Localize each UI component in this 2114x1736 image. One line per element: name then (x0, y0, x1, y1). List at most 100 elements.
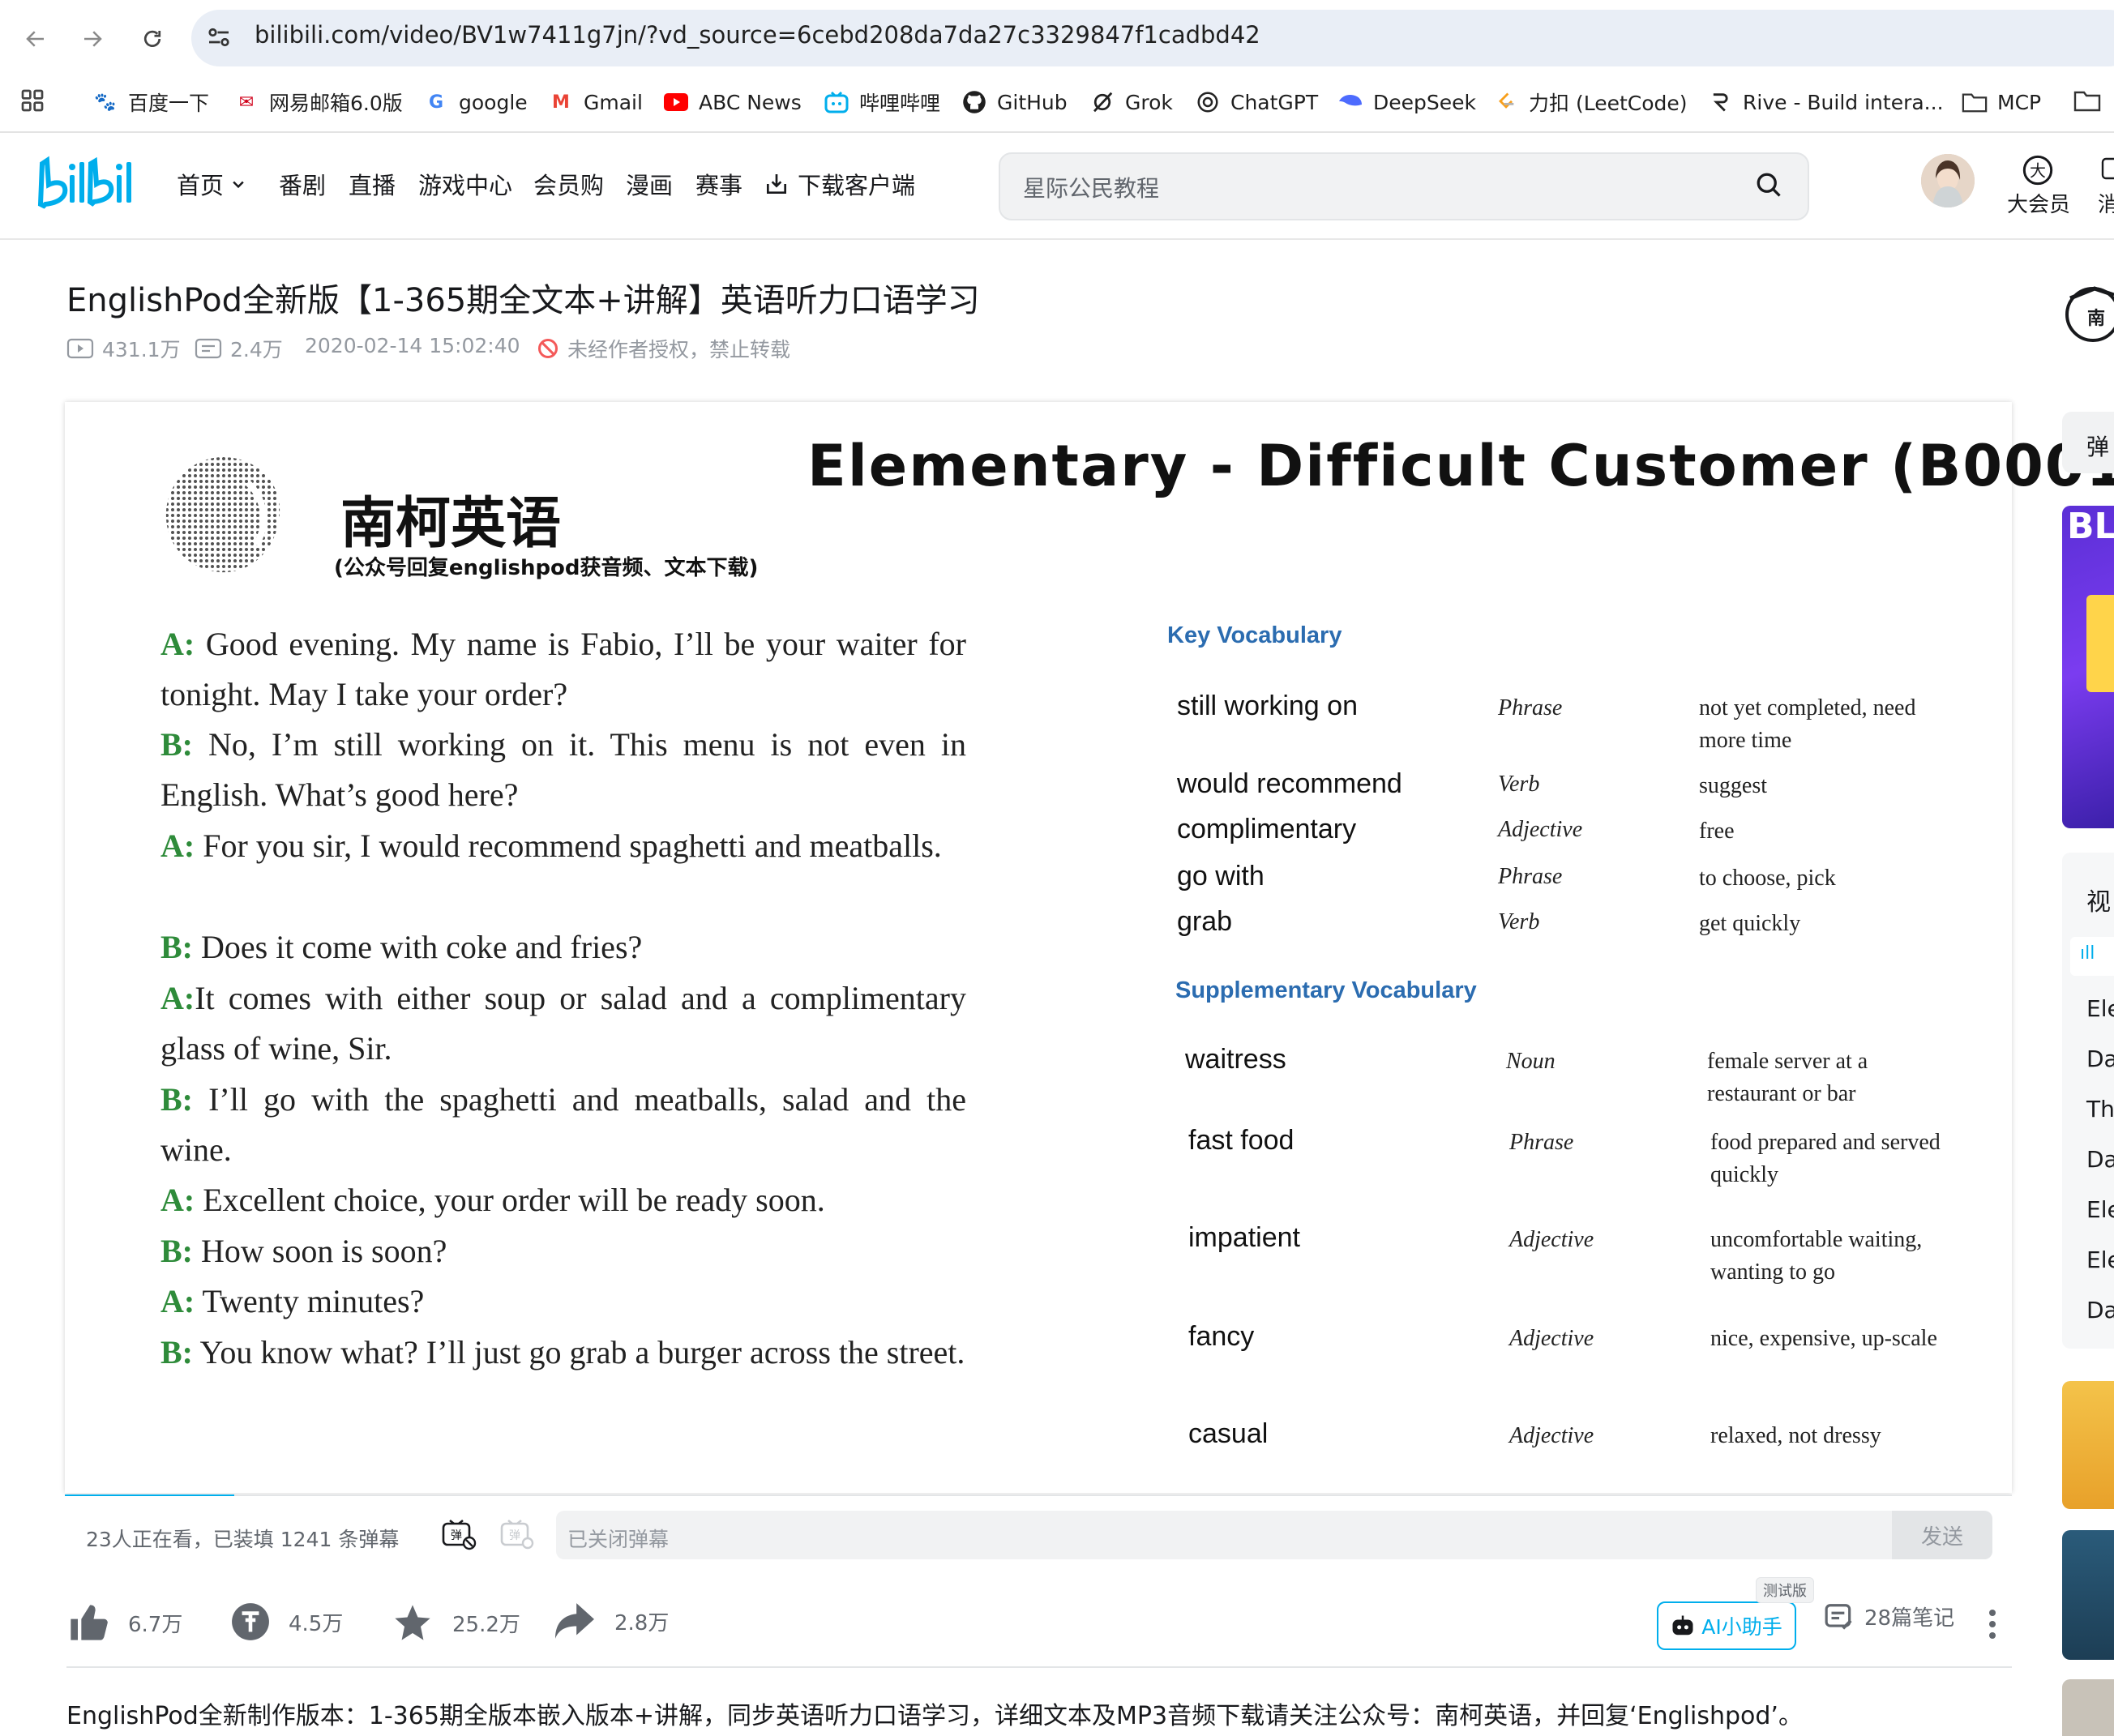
vocab-pos: Phrase (1509, 1130, 1574, 1155)
line-text: It comes with either soup or salad and a… (160, 980, 966, 1067)
bookmark-rive[interactable]: Rive - Build intera... (1707, 84, 1944, 120)
bookmark-grok[interactable]: Grok (1089, 84, 1173, 120)
nanke-logo (159, 451, 287, 579)
vip-label[interactable]: 大会员 (2007, 188, 2070, 218)
bookmark-abc-news[interactable]: ABC News (663, 84, 802, 120)
google-icon: G (428, 92, 444, 113)
speaker: B: (160, 929, 193, 965)
line-text: Good evening. My name is Fabio, I’ll be … (160, 626, 966, 712)
nav-manga[interactable]: 漫画 (626, 167, 673, 201)
bookmark-deepseek[interactable]: DeepSeek (1337, 84, 1476, 120)
line-text: Excellent choice, your order will be rea… (195, 1182, 825, 1218)
playlist-item[interactable]: Th (2086, 1096, 2114, 1122)
vocab-pos: Adjective (1509, 1326, 1594, 1351)
vip-icon[interactable]: 大 (2022, 154, 2054, 186)
bookmark-baidu[interactable]: 🐾 百度一下 (92, 84, 209, 120)
ai-assistant-button[interactable]: AI小助手 (1657, 1601, 1796, 1650)
ad-banner[interactable]: BL (2062, 506, 2114, 828)
folder-icon (1962, 89, 1988, 115)
site-settings-icon[interactable] (204, 23, 233, 52)
reload-icon[interactable] (133, 19, 172, 58)
back-icon[interactable] (16, 19, 55, 58)
playlist-item[interactable]: Ele (2086, 1246, 2114, 1273)
bookmark-label: DeepSeek (1373, 90, 1476, 114)
recommended-thumbnail[interactable] (2062, 1679, 2114, 1736)
more-options-icon[interactable] (1986, 1608, 1999, 1640)
nav-home[interactable]: 首页 (177, 167, 246, 201)
bookmark-label: ABC News (699, 90, 802, 114)
nav-label: 首页 (177, 172, 225, 199)
dialogue-line: B: You know what? I’ll just go grab a bu… (160, 1328, 966, 1378)
bookmark-chatgpt[interactable]: ChatGPT (1195, 84, 1318, 120)
folder-icon[interactable] (2073, 89, 2101, 112)
share-button[interactable]: 2.8万 (553, 1601, 669, 1640)
playlist-item[interactable]: Da (2086, 1146, 2114, 1173)
vocab-def: relaxed, not dressy (1710, 1423, 1881, 1448)
nav-live[interactable]: 直播 (349, 167, 396, 201)
nav-download-client[interactable]: 下载客户端 (764, 167, 915, 201)
chevron-down-icon (230, 176, 246, 192)
notes-button[interactable]: 28篇笔记 (1824, 1601, 1954, 1631)
recommended-thumbnail[interactable] (2062, 1381, 2114, 1509)
vocab-def: food prepared and served quickly (1710, 1130, 1941, 1187)
notes-icon (1824, 1602, 1855, 1631)
vocab-word: complimentary (1177, 814, 1357, 844)
apps-grid-icon[interactable] (19, 88, 45, 113)
message-icon[interactable] (2101, 154, 2114, 186)
rive-icon (1707, 89, 1733, 115)
playing-icon: ıll (2080, 943, 2095, 964)
vocab-def: nice, expensive, up-scale (1710, 1326, 1937, 1351)
nav-esports[interactable]: 赛事 (695, 167, 742, 201)
danmaku-count: 2.4万 (195, 334, 283, 363)
nav-game-center[interactable]: 游戏中心 (418, 167, 512, 201)
dialogue-line: A:It comes with either soup or salad and… (160, 973, 966, 1074)
playlist-item[interactable]: Ele (2086, 1196, 2114, 1223)
playlist-item[interactable]: Da (2086, 1045, 2114, 1072)
bookmark-netease[interactable]: ✉ 网易邮箱6.0版 (233, 84, 403, 120)
danmaku-send-button[interactable]: 发送 (1892, 1511, 1992, 1559)
robot-icon (1671, 1614, 1695, 1637)
vocab-word: casual (1188, 1418, 1269, 1449)
avatar[interactable] (1921, 154, 1975, 207)
danmaku-input[interactable] (556, 1511, 1992, 1559)
danmaku-toggle-icon[interactable]: 弹 (441, 1519, 477, 1551)
nav-mall[interactable]: 会员购 (533, 167, 604, 201)
speaker: A: (160, 827, 195, 864)
bilibili-logo[interactable] (37, 154, 139, 211)
like-button[interactable]: 6.7万 (66, 1601, 182, 1644)
message-label[interactable]: 消 (2098, 188, 2114, 218)
download-icon (764, 171, 790, 197)
forward-icon[interactable] (73, 19, 112, 58)
danmaku-settings-icon[interactable]: 弹 (499, 1519, 535, 1551)
uploader-avatar[interactable]: 南 (2059, 276, 2114, 357)
dialogue-line: B: Does it come with coke and fries? (160, 922, 966, 973)
bookmark-leetcode[interactable]: 力扣 (LeetCode) (1493, 84, 1688, 120)
url-text[interactable]: bilibili.com/video/BV1w7411g7jn/?vd_sour… (255, 21, 1260, 49)
favorite-button[interactable]: 25.2万 (391, 1601, 520, 1644)
playlist-current-item[interactable]: ıll (2070, 937, 2114, 976)
playlist-item[interactable]: Ele (2086, 995, 2114, 1022)
supp-vocab-heading: Supplementary Vocabulary (1175, 977, 1477, 1003)
bookmark-folder-mcp[interactable]: MCP (1962, 84, 2041, 120)
video-title: EnglishPod全新版【1-365期全文本+讲解】英语听力口语学习 (66, 282, 980, 319)
nav-bangumi[interactable]: 番剧 (279, 167, 326, 201)
search-input[interactable]: 星际公民教程 (1023, 171, 1159, 203)
dialogue-line: A: Excellent choice, your order will be … (160, 1175, 966, 1225)
danmaku-list-tab[interactable]: 弹 (2062, 412, 2114, 473)
dialogue-line: A: Twenty minutes? (160, 1276, 966, 1327)
bookmark-gmail[interactable]: M Gmail (548, 84, 643, 120)
bookmark-github[interactable]: GitHub (961, 84, 1068, 120)
playlist-item[interactable]: Da (2086, 1297, 2114, 1323)
vocab-def: get quickly (1699, 911, 1801, 936)
coin-button[interactable]: 4.5万 (230, 1601, 343, 1642)
speaker: B: (160, 1233, 193, 1269)
chatgpt-icon (1195, 89, 1221, 115)
danmaku-placeholder[interactable]: 已关闭弹幕 (567, 1524, 669, 1553)
svg-text:弹: 弹 (509, 1529, 520, 1542)
bookmark-bilibili[interactable]: 哔哩哔哩 (824, 84, 940, 120)
recommended-thumbnail[interactable] (2062, 1530, 2114, 1660)
bookmark-google[interactable]: G google (423, 84, 528, 120)
search-icon[interactable] (1754, 170, 1783, 199)
vocab-def: female server at a restaurant or bar (1707, 1049, 1868, 1106)
bookmark-label: ChatGPT (1230, 90, 1319, 114)
